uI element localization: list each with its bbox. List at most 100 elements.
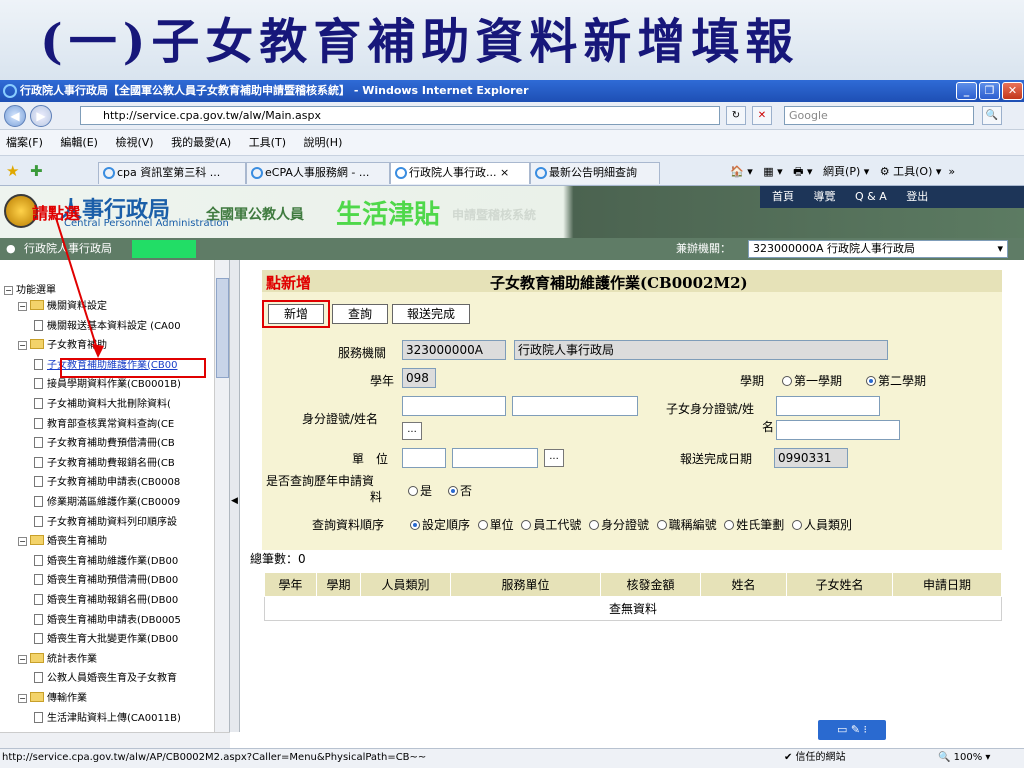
order-option[interactable]: 身分證號: [588, 518, 649, 532]
history-radio-no[interactable]: [448, 486, 458, 496]
favorites-star-icon[interactable]: ★: [6, 162, 19, 180]
add-button[interactable]: 新增: [268, 304, 324, 324]
sidebar-item[interactable]: 教育部查核異常資料查詢(CE: [34, 417, 174, 432]
page-menu-button[interactable]: 網頁(P) ▾: [823, 165, 869, 178]
tab-cpa[interactable]: cpa 資訊室第三科 ...: [98, 162, 246, 184]
menu-help[interactable]: 說明(H): [304, 136, 343, 149]
order-option[interactable]: 設定順序: [410, 518, 470, 532]
url-input[interactable]: http://service.cpa.gov.tw/alw/Main.aspx: [80, 106, 720, 125]
term-option-2[interactable]: 第二學期: [866, 372, 926, 389]
sidebar-hscrollbar[interactable]: [0, 732, 230, 748]
history-radio-yes[interactable]: [408, 486, 418, 496]
name-input[interactable]: [512, 396, 638, 416]
order-option[interactable]: 職稱編號: [656, 518, 717, 532]
sidebar-item[interactable]: 子女教育補助資料列印順序設: [34, 515, 177, 530]
maximize-button[interactable]: ❐: [979, 82, 1000, 100]
col-unit[interactable]: 服務單位: [450, 572, 601, 597]
order-option[interactable]: 單位: [477, 518, 514, 532]
forward-button[interactable]: ▶: [30, 105, 52, 127]
nav-logout[interactable]: 登出: [906, 190, 928, 203]
order-radio[interactable]: [588, 520, 599, 530]
sidebar-item[interactable]: 子女教育補助費報銷名冊(CB: [34, 456, 175, 471]
order-option[interactable]: 姓氏筆劃: [724, 518, 784, 532]
zoom-control[interactable]: 🔍 100% ▾: [938, 749, 990, 767]
history-option-no[interactable]: 否: [448, 482, 472, 499]
order-radio[interactable]: [410, 520, 420, 530]
collapse-icon[interactable]: −: [18, 654, 27, 664]
submit-complete-button[interactable]: 報送完成: [392, 304, 470, 324]
ime-toolbar[interactable]: ▭ ✎ ⁝: [818, 720, 886, 740]
nav-guide[interactable]: 導覽: [814, 190, 836, 203]
tab-active[interactable]: 行政院人事行政... ×: [390, 162, 530, 184]
chevron-more-icon[interactable]: »: [948, 165, 955, 178]
sidebar-item[interactable]: 婚喪生育補助申請表(DB0005: [34, 613, 181, 628]
stop-button[interactable]: ✕: [752, 106, 772, 125]
child-id-input[interactable]: [776, 396, 880, 416]
sidebar-item[interactable]: 修業期滿區維護作業(CB0009: [34, 496, 180, 510]
sidebar-item[interactable]: 公教人員婚喪生育及子女教育: [34, 672, 177, 686]
tab-ecpa[interactable]: eCPA人事服務網 - ...: [246, 162, 390, 184]
menu-tools[interactable]: 工具(T): [249, 136, 286, 149]
tools-menu-button[interactable]: ⚙ 工具(O) ▾: [880, 165, 942, 178]
sidebar-folder[interactable]: − 傳輸作業: [18, 692, 87, 706]
sidebar-item[interactable]: 婚喪生育補助預借清冊(DB00: [34, 574, 178, 588]
unit-name-input[interactable]: [452, 448, 538, 468]
sidebar-item[interactable]: 子女教育補助申請表(CB0008: [34, 476, 180, 490]
menu-view[interactable]: 檢視(V): [115, 136, 153, 149]
home-button[interactable]: 🏠 ▾: [730, 165, 753, 178]
sidebar-item[interactable]: 生活津貼資料上傳(CA0011B): [34, 711, 181, 726]
sidebar-item[interactable]: 接員學期資料作業(CB0001B): [34, 378, 181, 392]
minimize-button[interactable]: _: [956, 82, 977, 100]
sidebar-item[interactable]: 子女補助資料大批刪除資料(: [34, 398, 171, 412]
menu-favorites[interactable]: 我的最愛(A): [171, 136, 231, 149]
col-staff-type[interactable]: 人員類別: [360, 572, 451, 597]
order-radio[interactable]: [656, 520, 667, 530]
sidebar-item[interactable]: 機關報送基本資料設定 (CA00: [34, 319, 181, 334]
query-button[interactable]: 查詢: [332, 304, 388, 324]
back-button[interactable]: ◀: [4, 105, 26, 127]
id-input[interactable]: [402, 396, 506, 416]
sidebar-item[interactable]: 子女教育補助費預借清冊(CB: [34, 437, 175, 451]
scrollbar-thumb[interactable]: [216, 278, 229, 378]
order-option[interactable]: 人員類別: [791, 518, 852, 532]
refresh-button[interactable]: ↻: [726, 106, 746, 125]
add-favorite-icon[interactable]: ✚: [30, 162, 43, 180]
sidebar-folder[interactable]: − 婚喪生育補助: [18, 535, 107, 549]
menu-file[interactable]: 檔案(F): [6, 136, 43, 149]
tree-root[interactable]: − 功能選單: [4, 284, 56, 298]
sidebar-folder[interactable]: − 統計表作業: [18, 652, 97, 667]
col-amount[interactable]: 核發金額: [600, 572, 701, 597]
collapse-icon[interactable]: −: [18, 341, 27, 351]
order-radio[interactable]: [791, 520, 802, 530]
collapse-arrow-icon[interactable]: ◀: [231, 496, 238, 506]
nav-home[interactable]: 首頁: [772, 190, 794, 203]
col-year[interactable]: 學年: [264, 572, 317, 597]
sidebar-item[interactable]: 婚喪生育補助報銷名冊(DB00: [34, 594, 178, 608]
collapse-icon[interactable]: −: [4, 286, 13, 295]
order-radio[interactable]: [724, 520, 735, 530]
close-button[interactable]: ✕: [1002, 82, 1023, 100]
id-browse-button[interactable]: ...: [402, 422, 422, 440]
search-input[interactable]: Google: [784, 106, 974, 125]
nav-qa[interactable]: Q & A: [855, 190, 887, 203]
order-radio[interactable]: [521, 520, 532, 530]
col-name[interactable]: 姓名: [700, 572, 787, 597]
unit-code-input[interactable]: [402, 448, 446, 468]
menu-edit[interactable]: 編輯(E): [60, 136, 98, 149]
pane-divider[interactable]: ◀: [230, 260, 240, 732]
term-radio-2[interactable]: [866, 376, 876, 386]
unit-browse-button[interactable]: ...: [544, 449, 564, 467]
unit-select[interactable]: 323000000A 行政院人事行政局 ▾: [748, 240, 1008, 258]
collapse-icon[interactable]: −: [18, 694, 27, 703]
sidebar-item[interactable]: 婚喪生育補助維護作業(DB00: [34, 554, 178, 569]
sidebar-scrollbar[interactable]: [214, 260, 229, 732]
order-option[interactable]: 員工代號: [521, 518, 581, 532]
history-option-yes[interactable]: 是: [408, 482, 432, 499]
col-term[interactable]: 學期: [316, 572, 361, 597]
collapse-icon[interactable]: −: [18, 537, 27, 547]
collapse-icon[interactable]: −: [18, 302, 27, 311]
col-child-name[interactable]: 子女姓名: [786, 572, 893, 597]
term-radio-1[interactable]: [782, 376, 792, 386]
sidebar-folder[interactable]: − 子女教育補助: [18, 339, 107, 353]
child-name-input[interactable]: [776, 420, 900, 440]
